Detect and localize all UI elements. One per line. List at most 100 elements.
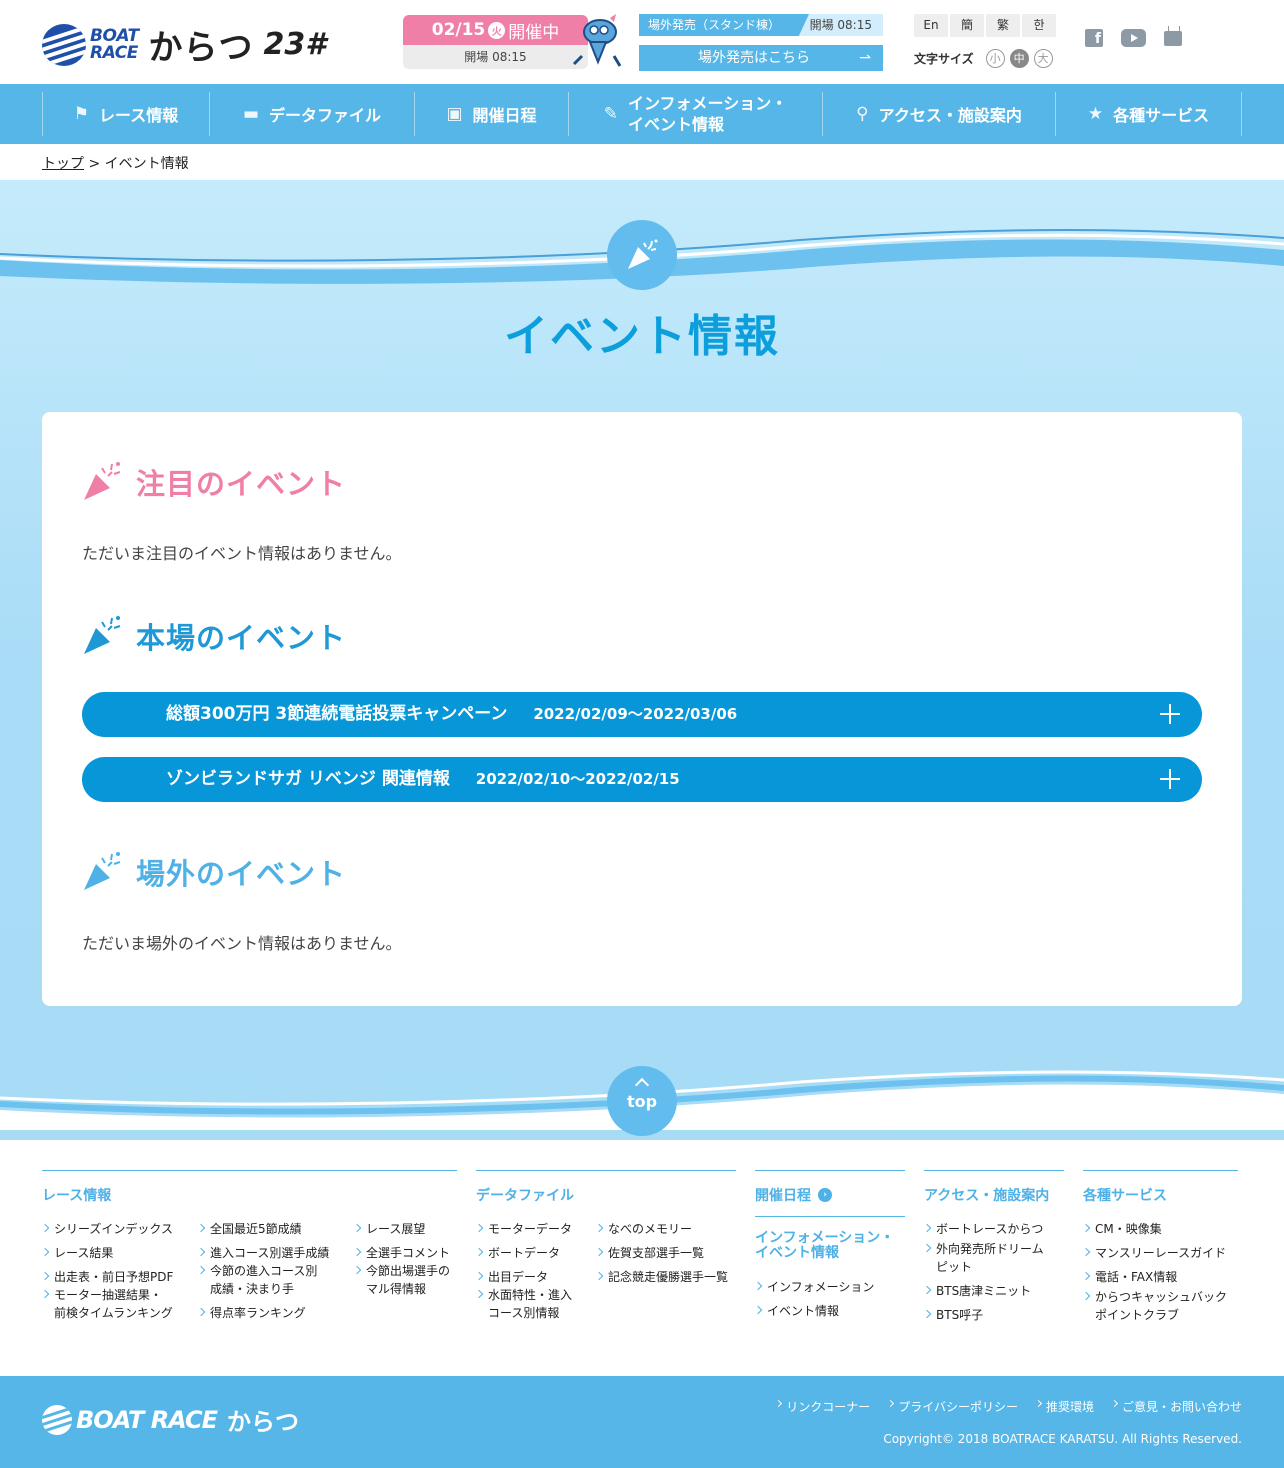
mascot-icon [572, 14, 622, 67]
youtube-icon[interactable] [1121, 29, 1146, 47]
breadcrumb-home-link[interactable]: トップ [42, 156, 84, 172]
event-date: 2022/02/09～2022/03/06 [533, 705, 738, 723]
nav-data-file-label: データファイル [269, 106, 382, 125]
lang-en[interactable]: En [914, 14, 948, 37]
lang-zh-hant[interactable]: 繁 [986, 14, 1020, 37]
global-nav: ⚑ レース情報 ▬ データファイル ▣ 開催日程 ✎ インフォメーション・ イベ… [0, 84, 1284, 144]
sitemap-link[interactable]: 全国最近5節成績 [198, 1220, 348, 1238]
tv-icon[interactable] [1164, 30, 1182, 46]
footer-link-environment[interactable]: 推奨環境 [1036, 1398, 1094, 1415]
sitemap-link[interactable]: 進入コース別選手成績 [198, 1244, 348, 1262]
nav-data-file[interactable]: ▬ データファイル [209, 92, 414, 136]
sitemap-link[interactable]: 記念競走優勝選手一覧 [596, 1268, 736, 1286]
sitemap-link[interactable]: 電話・FAX情報 [1083, 1268, 1243, 1286]
sitemap-link[interactable]: 出目データ [476, 1268, 591, 1286]
sitemap-link[interactable]: イベント情報 [755, 1302, 905, 1320]
nav-access[interactable]: ⚲ アクセス・施設案内 [822, 92, 1055, 136]
event-accordion-item[interactable]: ゾンビランドサガ リベンジ 関連情報 2022/02/10～2022/02/15 [82, 757, 1202, 802]
nav-schedule[interactable]: ▣ 開催日程 [414, 92, 568, 136]
language-switcher: En 簡 繁 한 [914, 14, 1056, 37]
party-popper-icon [607, 220, 677, 290]
sitemap-schedule-label: 開催日程 [755, 1188, 811, 1204]
lang-zh-hans[interactable]: 簡 [950, 14, 984, 37]
party-popper-icon [84, 462, 121, 500]
plus-icon [1160, 704, 1180, 724]
footer-link-contact[interactable]: ご意見・お問い合わせ [1112, 1398, 1242, 1415]
font-size-large[interactable]: 大 [1033, 49, 1053, 68]
sitemap-link[interactable]: ボートレースからつ [924, 1220, 1064, 1238]
sitemap-link[interactable]: 今節出場選手の マル得情報 [354, 1262, 464, 1298]
back-to-top-label: top [626, 1092, 658, 1111]
page-title: イベント情報 [504, 311, 780, 362]
sitemap-race-links-3: レース展望 全選手コメント 今節出場選手の マル得情報 [354, 1220, 464, 1304]
sitemap-service-title[interactable]: 各種サービス [1083, 1185, 1238, 1205]
sitemap-link[interactable]: BTS呼子 [924, 1306, 1064, 1324]
breadcrumb-separator: > [84, 156, 105, 172]
sitemap-data-title[interactable]: データファイル [476, 1185, 736, 1205]
chevron-right-icon: › [818, 1188, 832, 1202]
sitemap-race-title[interactable]: レース情報 [42, 1185, 457, 1205]
font-size-medium[interactable]: 中 [1009, 49, 1029, 68]
sitemap-link[interactable]: 佐賀支部選手一覧 [596, 1244, 736, 1262]
footer-logo[interactable]: BOAT RACE からつ [42, 1402, 299, 1437]
sitemap-link[interactable]: なべのメモリー [596, 1220, 736, 1238]
offsite-sales-button-label: 場外発売はこちら [698, 50, 810, 66]
sitemap-schedule: 開催日程 › [755, 1170, 905, 1217]
sitemap-link[interactable]: シリーズインデックス [42, 1220, 192, 1238]
site-logo[interactable]: BOAT RACE からつ 23# [42, 20, 326, 69]
sitemap-link[interactable]: 出走表・前日予想PDF [42, 1268, 192, 1286]
sitemap-link[interactable]: からつキャッシュバック ポイントクラブ [1083, 1288, 1243, 1324]
footer-sitemap: レース情報 シリーズインデックス レース結果 出走表・前日予想PDF モーター抽… [0, 1140, 1284, 1376]
footer-logo-en: BOAT RACE [76, 1405, 218, 1434]
nav-access-label: アクセス・施設案内 [878, 106, 1022, 125]
sitemap-link[interactable]: CM・映像集 [1083, 1220, 1243, 1238]
nav-race-info[interactable]: ⚑ レース情報 [42, 92, 209, 136]
footer-link-links[interactable]: リンクコーナー [776, 1398, 870, 1415]
sitemap-link[interactable]: 今節の進入コース別 成績・決まり手 [198, 1262, 348, 1298]
today-status[interactable]: 02/15 火 開催中 開場 08:15 [403, 15, 588, 69]
pencil-icon: ✎ [603, 104, 619, 124]
sitemap-link[interactable]: ボートデータ [476, 1244, 591, 1262]
nav-information[interactable]: ✎ インフォメーション・ イベント情報 [568, 92, 822, 136]
sitemap-link[interactable]: インフォメーション [755, 1278, 905, 1296]
nav-race-info-label: レース情報 [99, 106, 179, 125]
boatrace-logo-icon [42, 23, 86, 66]
sitemap-access-title[interactable]: アクセス・施設案内 [924, 1185, 1064, 1205]
nav-services[interactable]: ★ 各種サービス [1055, 92, 1242, 136]
sitemap-link[interactable]: モーター抽選結果・ 前検タイムランキング [42, 1286, 192, 1322]
breadcrumb-current: イベント情報 [104, 156, 189, 172]
today-open-time: 開場 08:15 [464, 50, 527, 64]
arrow-right-icon: ⇀ [859, 50, 871, 66]
sitemap-schedule-title[interactable]: 開催日程 › [755, 1185, 905, 1205]
footer-link-privacy[interactable]: プライバシーポリシー [888, 1398, 1018, 1415]
sitemap-link[interactable]: マンスリーレースガイド [1083, 1244, 1243, 1262]
sitemap-link[interactable]: モーターデータ [476, 1220, 591, 1238]
sitemap-link[interactable]: BTS唐津ミニット [924, 1282, 1064, 1300]
facebook-icon[interactable]: f [1085, 29, 1103, 47]
sitemap-info: インフォメーション・ イベント情報 [755, 1216, 905, 1273]
sitemap-link[interactable]: 全選手コメント [354, 1244, 464, 1262]
sitemap-link[interactable]: レース展望 [354, 1220, 464, 1238]
copyright: Copyright© 2018 BOATRACE KARATSU. All Ri… [883, 1432, 1242, 1446]
offsite-open-time: 開場 08:15 [809, 18, 872, 32]
offsite-sales-status: 場外発売（スタンド棟） 開場 08:15 [639, 14, 883, 36]
sitemap-info-title[interactable]: インフォメーション・ イベント情報 [755, 1231, 905, 1261]
sitemap-link[interactable]: 得点率ランキング [198, 1304, 348, 1322]
logo-number: 23# [263, 27, 327, 62]
back-to-top-button[interactable]: top [607, 1066, 677, 1136]
footer-links: リンクコーナー プライバシーポリシー 推奨環境 ご意見・お問い合わせ [776, 1398, 1242, 1415]
font-size-label: 文字サイズ [914, 52, 974, 66]
lang-ko[interactable]: 한 [1022, 14, 1056, 37]
section-offsite-title: 場外のイベント [136, 857, 347, 891]
event-title: 総額300万円 3節連続電話投票キャンペーン [166, 704, 508, 724]
sitemap-link[interactable]: 外向発売所ドリーム ピット [924, 1240, 1064, 1276]
event-accordion-item[interactable]: 総額300万円 3節連続電話投票キャンペーン 2022/02/09～2022/0… [82, 692, 1202, 737]
offsite-sales-label: 場外発売（スタンド棟） [639, 14, 809, 36]
nav-schedule-label: 開催日程 [472, 106, 537, 125]
sitemap-link[interactable]: 水面特性・進入 コース別情報 [476, 1286, 591, 1322]
sitemap-race: レース情報 [42, 1170, 457, 1217]
folder-icon: ▬ [242, 104, 260, 124]
font-size-small[interactable]: 小 [985, 49, 1005, 68]
offsite-sales-button[interactable]: 場外発売はこちら ⇀ [639, 45, 883, 71]
sitemap-link[interactable]: レース結果 [42, 1244, 192, 1262]
